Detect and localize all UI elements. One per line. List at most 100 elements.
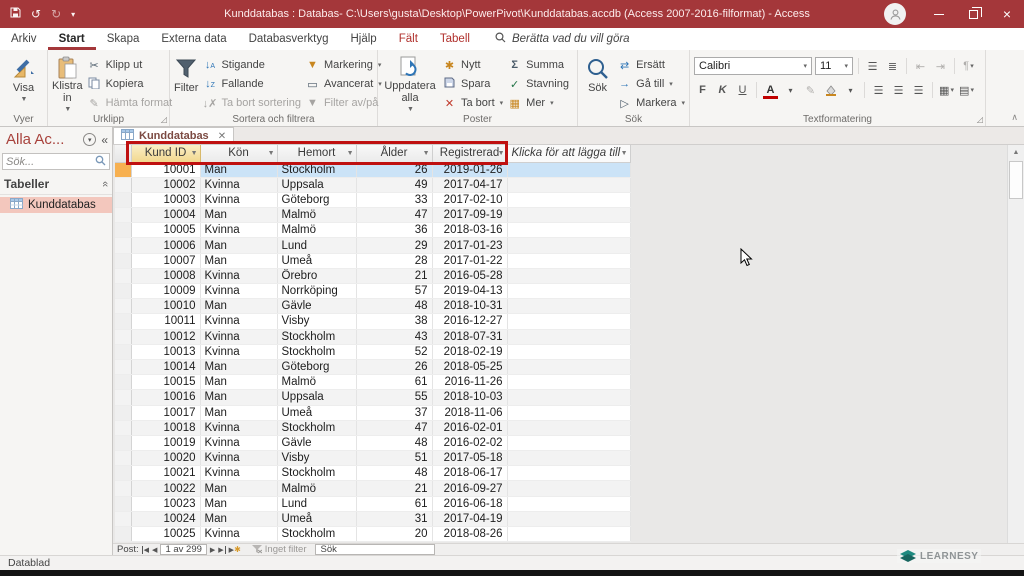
table-row[interactable]: 10011 Kvinna Visby 38 2016-12-27 [115,314,630,329]
table-row[interactable]: 10009 Kvinna Norrköping 57 2019-04-13 [115,284,630,299]
cell-kund-id[interactable]: 10011 [131,314,200,329]
table-row[interactable]: 10014 Man Göteborg 26 2018-05-25 [115,359,630,374]
increase-indent-button[interactable]: ⇥ [932,58,949,75]
cell-kon[interactable]: Man [200,496,277,511]
record-position-box[interactable]: 1 av 299 [160,544,206,555]
cell-add-column[interactable] [507,284,630,299]
fallande-button[interactable]: ↓ZFallande [202,76,300,92]
cell-registrerad[interactable]: 2017-09-19 [432,208,507,223]
cell-hemort[interactable]: Göteborg [277,359,356,374]
cell-kon[interactable]: Kvinna [200,329,277,344]
cell-add-column[interactable] [507,253,630,268]
table-row[interactable]: 10008 Kvinna Örebro 21 2016-05-28 [115,268,630,283]
qat-customize-icon[interactable]: ▾ [71,10,75,19]
cell-registrerad[interactable]: 2016-02-01 [432,420,507,435]
cell-hemort[interactable]: Stockholm [277,344,356,359]
ribbon-tab[interactable]: Hjälp [340,28,388,50]
cell-kon[interactable]: Man [200,405,277,420]
filter-arrow-icon[interactable]: ▼ [347,150,354,157]
shutter-close-icon[interactable]: « [101,133,108,147]
cell-registrerad[interactable]: 2017-01-23 [432,238,507,253]
cell-alder[interactable]: 36 [356,223,432,238]
align-left-button[interactable]: ☰ [870,82,887,99]
cell-alder[interactable]: 28 [356,253,432,268]
font-color-dropdown-icon[interactable]: ▾ [782,82,799,99]
cell-alder[interactable]: 29 [356,238,432,253]
italic-button[interactable]: K [714,82,731,99]
ribbon-tab[interactable]: Arkiv [0,28,48,50]
cell-alder[interactable]: 49 [356,177,432,192]
cell-add-column[interactable] [507,466,630,481]
tell-me-box[interactable]: Berätta vad du vill göra [495,28,630,50]
cell-kund-id[interactable]: 10001 [131,162,200,177]
cell-kund-id[interactable]: 10025 [131,527,200,542]
cell-hemort[interactable]: Norrköping [277,284,356,299]
minimize-button[interactable] [922,0,956,28]
cell-registrerad[interactable]: 2016-09-27 [432,481,507,496]
cell-kon[interactable]: Man [200,299,277,314]
table-row[interactable]: 10025 Kvinna Stockholm 20 2018-08-26 [115,527,630,542]
cell-registrerad[interactable]: 2018-10-03 [432,390,507,405]
record-selector[interactable] [115,299,131,314]
cell-add-column[interactable] [507,481,630,496]
uppdatera-alla-button[interactable]: Uppdatera alla ▼ [382,53,438,112]
align-right-button[interactable]: ☰ [910,82,927,99]
highlight-button[interactable]: ✎ [802,82,819,99]
cell-kund-id[interactable]: 10005 [131,223,200,238]
cell-hemort[interactable]: Göteborg [277,192,356,207]
cell-kund-id[interactable]: 10004 [131,208,200,223]
table-row[interactable]: 10018 Kvinna Stockholm 47 2016-02-01 [115,420,630,435]
ga-till-button[interactable]: →Gå till▾ [617,76,685,92]
font-name-combo[interactable]: Calibri▾ [694,57,812,75]
cell-kund-id[interactable]: 10021 [131,466,200,481]
cell-registrerad[interactable]: 2018-07-31 [432,329,507,344]
hamta-format-button[interactable]: ✎Hämta format [87,95,173,111]
cell-hemort[interactable]: Stockholm [277,420,356,435]
nytt-button[interactable]: ✱Nytt [442,57,503,73]
table-row[interactable]: 10004 Man Malmö 47 2017-09-19 [115,208,630,223]
klipp-ut-button[interactable]: ✂Klipp ut [87,57,173,73]
cell-add-column[interactable] [507,390,630,405]
cell-hemort[interactable]: Stockholm [277,162,356,177]
record-selector[interactable] [115,375,131,390]
cell-hemort[interactable]: Örebro [277,268,356,283]
cell-registrerad[interactable]: 2017-04-19 [432,511,507,526]
record-selector[interactable] [115,481,131,496]
cell-kon[interactable]: Kvinna [200,192,277,207]
account-avatar[interactable] [884,3,906,25]
cell-registrerad[interactable]: 2018-06-17 [432,466,507,481]
cell-kon[interactable]: Kvinna [200,420,277,435]
cell-alder[interactable]: 61 [356,496,432,511]
document-tab-kunddatabas[interactable]: Kunddatabas ✕ [113,127,234,144]
cell-add-column[interactable] [507,268,630,283]
cell-hemort[interactable]: Stockholm [277,527,356,542]
cell-alder[interactable]: 48 [356,435,432,450]
table-row[interactable]: 10019 Kvinna Gävle 48 2016-02-02 [115,435,630,450]
cell-kon[interactable]: Man [200,253,277,268]
record-selector[interactable] [115,511,131,526]
cell-kon[interactable]: Kvinna [200,451,277,466]
fill-color-button[interactable] [822,82,839,99]
cell-kon[interactable]: Kvinna [200,314,277,329]
stigande-button[interactable]: ↓AStigande [202,57,300,73]
filter-arrow-icon[interactable]: ▼ [268,150,275,157]
bullet-list-button[interactable]: ☰ [864,58,881,75]
cell-hemort[interactable]: Gävle [277,435,356,450]
undo-icon[interactable]: ↺ [31,7,41,21]
record-selector[interactable] [115,435,131,450]
scrollbar-thumb[interactable] [1009,161,1023,199]
numbered-list-button[interactable]: ≣ [884,58,901,75]
cell-kon[interactable]: Kvinna [200,344,277,359]
ribbon-tab[interactable]: Tabell [429,28,481,50]
mer-button[interactable]: ▦Mer▾ [507,95,569,111]
cell-kund-id[interactable]: 10003 [131,192,200,207]
cell-kon[interactable]: Man [200,481,277,496]
ribbon-tab[interactable]: Skapa [96,28,151,50]
cell-kon[interactable]: Man [200,359,277,374]
markering-button[interactable]: ▼Markering▾ [305,57,382,73]
cell-add-column[interactable] [507,177,630,192]
column-header-alder[interactable]: Ålder▼ [356,145,432,162]
cell-alder[interactable]: 43 [356,329,432,344]
record-selector[interactable] [115,496,131,511]
cell-alder[interactable]: 20 [356,527,432,542]
